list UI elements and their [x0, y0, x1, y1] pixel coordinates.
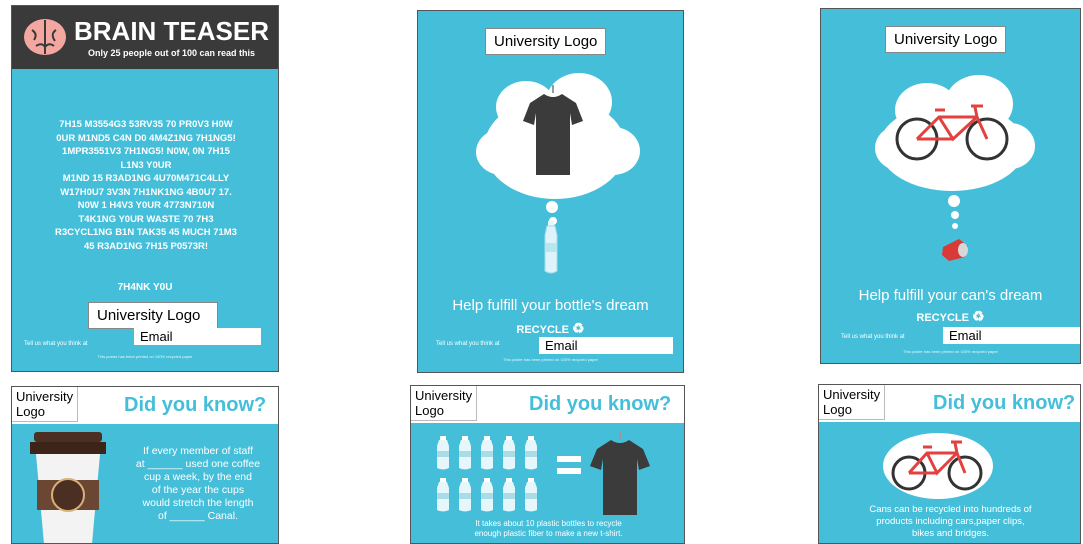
tell-us-text: Tell us what you think at — [436, 341, 500, 347]
crushed-can-icon — [942, 239, 968, 261]
tshirt-icon — [523, 85, 583, 175]
university-logo-placeholder: University Logo — [411, 386, 478, 421]
teaser-line: 1MPR3551V3 7H1NG5! N0W, 0N 7H15 — [62, 146, 230, 157]
did-you-know-title: Did you know? — [124, 394, 267, 416]
tshirt-icon — [590, 432, 650, 515]
teaser-line: 7H15 M3554G3 53RV35 70 PR0V3 H0W — [59, 119, 233, 130]
brain-teaser-subtitle: Only 25 people out of 100 can read this — [88, 48, 256, 58]
bicycle-icon — [891, 440, 983, 491]
teaser-line: 0UR M1ND5 C4N D0 4M4Z1NG 7H1NG5! — [56, 132, 236, 144]
university-logo-placeholder: University Logo — [885, 26, 1007, 53]
recycle-label: RECYCLE ♻ — [916, 308, 985, 324]
small-bottle-icon — [437, 436, 449, 470]
bottle-headline: Help fulfill your bottle's dream — [452, 297, 649, 314]
fact-line: If every member of staff — [142, 445, 254, 457]
equals-icon — [557, 456, 581, 474]
recycle-icon: ♻ — [972, 308, 985, 324]
printed-note: This poster has been printed on 100% rec… — [503, 357, 598, 362]
teaser-line: R3CYCL1NG B1N TAK35 45 MUCH 71M3 — [55, 227, 237, 238]
printed-note: This poster has been printed on 100% rec… — [903, 349, 998, 354]
small-bottle-icon — [525, 478, 537, 512]
can-headline: Help fulfill your can's dream — [858, 287, 1043, 304]
plastic-bottle-icon — [544, 221, 558, 274]
fact-line: of the year the cups — [151, 484, 245, 496]
fact-line: of ______ Canal. — [158, 510, 238, 522]
fact-line: at ______ used one coffee — [135, 458, 261, 470]
teaser-line: W17H0U7 3V3N 7H1NK1NG 4B0U7 17. — [60, 186, 232, 198]
teaser-line: T4K1NG Y0UR WASTE 70 7H3 — [78, 213, 214, 225]
fact-line: It takes about 10 plastic bottles to rec… — [475, 519, 622, 528]
recycle-icon: ♻ — [572, 320, 585, 336]
bicycle-icon — [895, 104, 1009, 161]
bottle-grid — [435, 436, 545, 516]
small-bottle-icon — [481, 436, 493, 470]
brain-teaser-title: BRAIN TEASER — [74, 16, 270, 46]
email-placeholder: Email — [539, 337, 673, 354]
tell-us-text: Tell us what you think at — [841, 334, 905, 340]
small-bottle-icon — [459, 436, 471, 470]
did-you-know-title: Did you know? — [529, 393, 672, 415]
bottles-fact-text: It takes about 10 plastic bottles to rec… — [411, 519, 684, 539]
small-bottle-icon — [525, 436, 537, 470]
small-bottle-icon — [481, 478, 493, 512]
brain-teaser-text: 7H15 M3554G3 53RV35 70 PR0V3 H0W 0UR M1ND… — [18, 118, 274, 253]
poster-did-you-know-coffee: University Logo Did you know? If every m… — [11, 386, 279, 544]
fact-line: bikes and bridges. — [911, 528, 990, 539]
university-logo-placeholder: University Logo — [819, 385, 886, 420]
poster-did-you-know-cans: University Logo Did you know? Cans can b… — [818, 384, 1081, 544]
recycle-label: RECYCLE ♻ — [516, 320, 585, 336]
fact-line: enough plastic fiber to make a new t-shi… — [474, 529, 623, 538]
printed-note: This poster has been printed on 100% rec… — [97, 354, 193, 359]
teaser-line: M1ND 15 R3AD1NG 4U70M471C4LLY — [62, 173, 230, 184]
brain-teaser-header: BRAIN TEASER Only 25 people out of 100 c… — [12, 6, 278, 69]
email-placeholder: Email — [134, 328, 261, 345]
cans-fact-text: Cans can be recycled into hundreds of pro… — [819, 504, 1080, 540]
coffee-fact-text: If every member of staff at ______ used o… — [124, 445, 272, 523]
tell-us-text: Tell us what you think at — [24, 341, 88, 347]
poster-did-you-know-bottles: University Logo Did you know? It takes a… — [410, 385, 685, 544]
teaser-line: L1N3 Y0UR — [120, 159, 172, 171]
did-you-know-title: Did you know? — [933, 392, 1076, 414]
fact-line: products including cars,paper clips, — [876, 516, 1025, 527]
university-logo-placeholder: University Logo — [12, 387, 79, 422]
poster-bottle-dream: University Logo Help fulfill your bottle… — [417, 10, 684, 373]
fact-line: would stretch the length — [142, 497, 254, 509]
brain-teaser-thanks: 7H4NK Y0U — [117, 282, 173, 293]
email-placeholder: Email — [943, 327, 1080, 344]
university-logo-placeholder: University Logo — [88, 302, 218, 329]
small-bottle-icon — [503, 478, 515, 512]
small-bottle-icon — [437, 478, 449, 512]
teaser-line: 45 R3AD1NG 7H15 P0573R! — [83, 240, 209, 252]
brain-icon — [24, 19, 66, 55]
fact-line: Cans can be recycled into hundreds of — [869, 504, 1032, 515]
small-bottle-icon — [459, 478, 471, 512]
university-logo-placeholder: University Logo — [485, 28, 607, 55]
poster-brain-teaser: BRAIN TEASER Only 25 people out of 100 c… — [11, 5, 279, 372]
small-bottle-icon — [503, 436, 515, 470]
coffee-cup-icon — [30, 432, 106, 543]
fact-line: cup a week, by the end — [144, 471, 252, 483]
teaser-line: N0W 1 H4V3 Y0UR 4773N710N — [77, 200, 215, 211]
poster-can-dream: University Logo Help fulfill your can's … — [820, 8, 1081, 364]
